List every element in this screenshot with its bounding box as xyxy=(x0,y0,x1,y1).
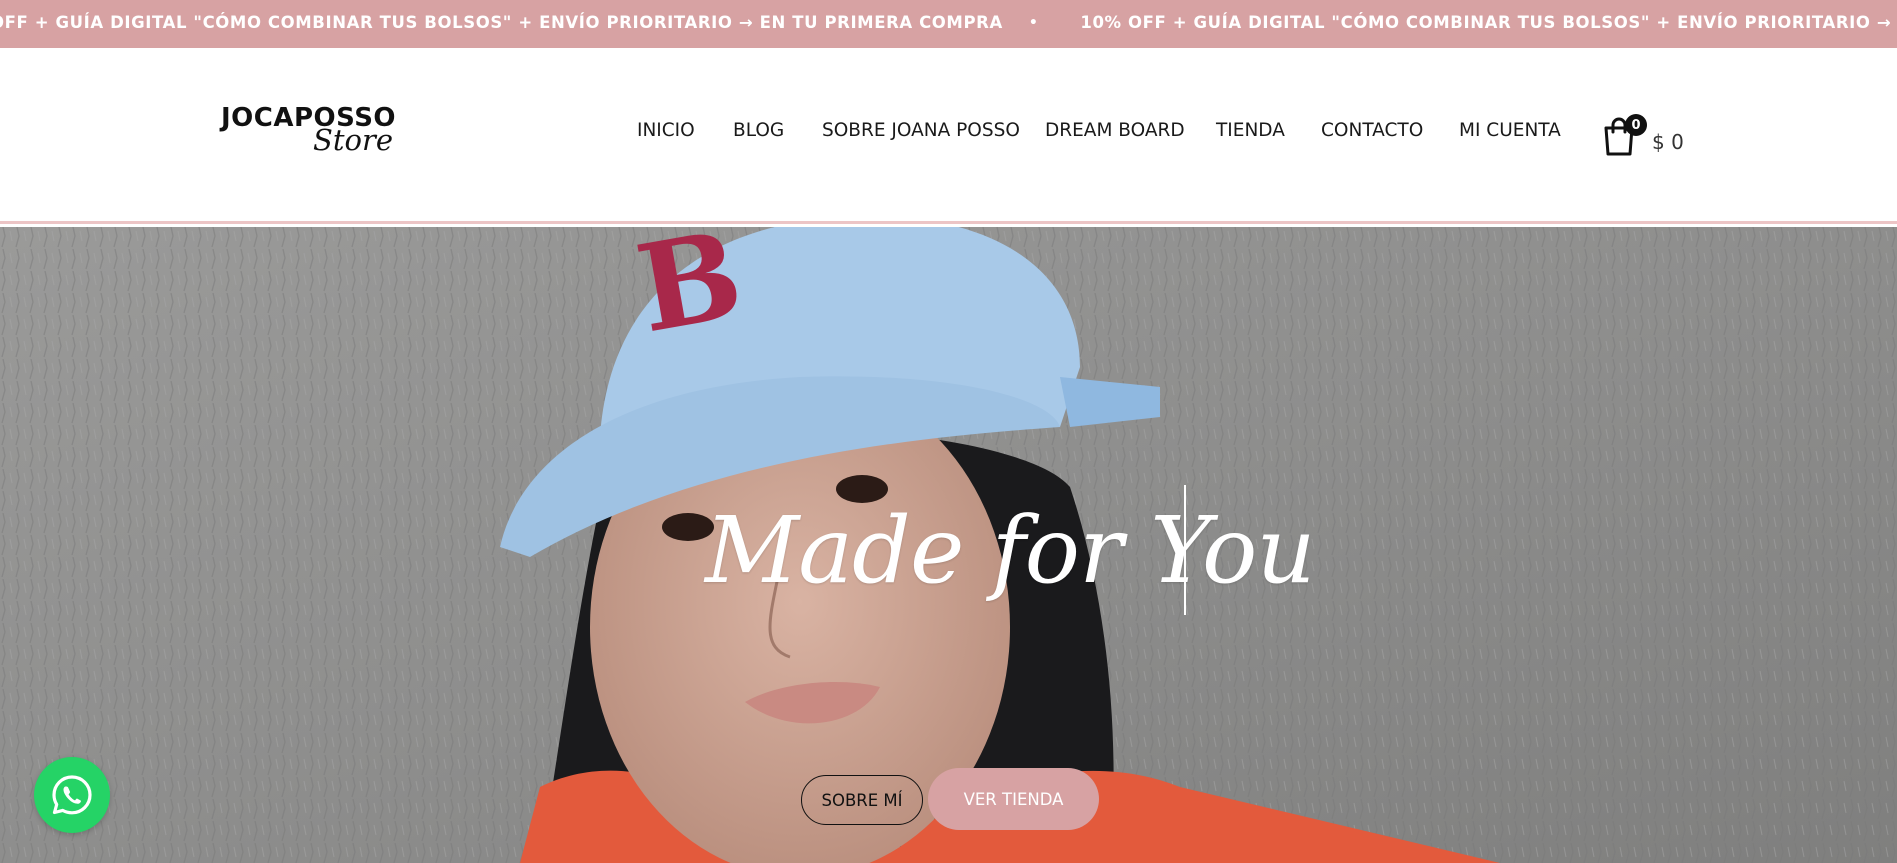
whatsapp-icon xyxy=(52,775,92,815)
nav-item-sobre-joana-posso[interactable]: SOBRE JOANA POSSO xyxy=(822,120,1020,141)
ver-tienda-button[interactable]: VER TIENDA xyxy=(928,768,1099,830)
logo-script-text: Store xyxy=(313,123,394,157)
nav-item-mi-cuenta[interactable]: MI CUENTA xyxy=(1459,120,1561,141)
cart-count-badge: 0 xyxy=(1625,114,1647,136)
announcement-bar: OFF + GUÍA DIGITAL "CÓMO COMBINAR TUS BO… xyxy=(0,0,1897,48)
announcement-message: 10% OFF + GUÍA DIGITAL "CÓMO COMBINAR TU… xyxy=(1080,13,1897,32)
nav-item-dream-board[interactable]: DREAM BOARD xyxy=(1045,120,1185,141)
site-logo[interactable]: JOCAPOSSO Store xyxy=(221,103,396,163)
cart-total: $ 0 xyxy=(1652,130,1684,154)
hero-text-caret xyxy=(1184,485,1186,615)
site-header: JOCAPOSSO Store INICIO BLOG SOBRE JOANA … xyxy=(0,48,1897,224)
nav-item-blog[interactable]: BLOG xyxy=(733,120,784,141)
nav-item-inicio[interactable]: INICIO xyxy=(637,120,695,141)
whatsapp-button[interactable] xyxy=(34,757,110,833)
announcement-track: OFF + GUÍA DIGITAL "CÓMO COMBINAR TUS BO… xyxy=(0,13,1897,32)
hero-title: Made for You xyxy=(705,497,1316,604)
nav-item-contacto[interactable]: CONTACTO xyxy=(1321,120,1423,141)
announcement-separator: • xyxy=(1028,14,1039,31)
cart-button[interactable]: 0 $ 0 xyxy=(1600,114,1690,164)
hero-section: B Made for You SOBRE MÍ VER TIENDA xyxy=(0,227,1897,863)
sobre-mi-button[interactable]: SOBRE MÍ xyxy=(801,775,923,825)
announcement-message: OFF + GUÍA DIGITAL "CÓMO COMBINAR TUS BO… xyxy=(0,13,1003,32)
nav-item-tienda[interactable]: TIENDA xyxy=(1216,120,1285,141)
